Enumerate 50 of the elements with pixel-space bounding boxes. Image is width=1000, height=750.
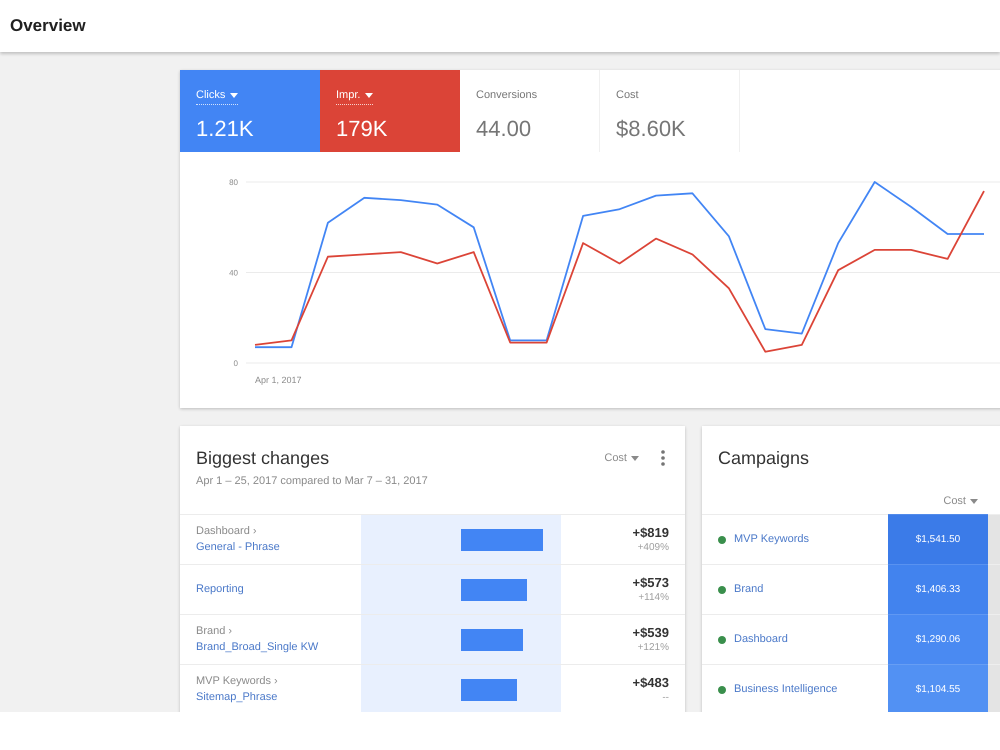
metric-label: Cost — [616, 89, 639, 103]
change-amount: +$819 — [632, 525, 669, 540]
change-percent: +114% — [638, 592, 669, 604]
column-header[interactable]: Cost — [943, 495, 978, 507]
metric-dropdown[interactable]: Impr. — [336, 89, 374, 105]
axis-label: 0 — [234, 359, 238, 368]
caret-icon — [230, 93, 238, 98]
metric-tile[interactable]: Conversions 44.00 — [460, 70, 600, 152]
metric-tile[interactable]: Clicks 1.21K — [180, 70, 320, 152]
change-percent: +409% — [638, 542, 669, 554]
card-title: Biggest changes — [196, 447, 330, 469]
ad-group-link[interactable]: Sitemap_Phrase — [196, 691, 361, 704]
metric-label: Conversions — [476, 89, 538, 103]
ad-group-link[interactable]: Brand_Broad_Single KW — [196, 641, 361, 654]
date-range-text: Apr 1 – 25, 2017 compared to Mar 7 – 31, 2017 — [196, 475, 428, 488]
ad-group-link[interactable]: General - Phrase — [196, 541, 361, 554]
campaign-link[interactable]: Dashboard — [734, 633, 788, 646]
metric-value: $8.60K — [616, 116, 686, 142]
metric-tile[interactable]: Impr. 179K — [320, 70, 460, 152]
metric-dropdown[interactable]: Clicks — [196, 89, 238, 105]
campaign-name: Brand › — [196, 625, 234, 638]
date-label: Apr 1, 2017 — [255, 375, 302, 385]
axis-label: 40 — [229, 268, 238, 278]
campaign-name: MVP Keywords › — [196, 675, 279, 688]
change-percent: +121% — [638, 642, 669, 654]
caret-icon — [970, 498, 978, 504]
cost-cell: $1,290.06 — [888, 614, 988, 664]
cost-cell: $1,406.33 — [888, 564, 988, 614]
axis-label: 80 — [229, 178, 238, 187]
change-amount: +$483 — [632, 675, 669, 690]
change-amount: +$539 — [632, 625, 669, 640]
change-percent: -- — [662, 692, 669, 704]
ad-group-link[interactable]: Reporting — [196, 583, 361, 596]
page-title: Overview — [10, 16, 86, 36]
campaign-link[interactable]: Business Intelligence — [734, 683, 838, 696]
caret-icon — [365, 93, 374, 98]
card-title: Campaigns — [718, 447, 810, 469]
metric-value: 1.21K — [196, 116, 254, 142]
metric-value: 44.00 — [476, 116, 532, 142]
metric-dropdown[interactable]: Cost — [604, 452, 639, 464]
campaign-link[interactable]: MVP Keywords — [734, 533, 809, 546]
campaign-name: Dashboard › — [196, 525, 258, 538]
caret-icon — [631, 456, 639, 460]
change-amount: +$573 — [632, 575, 669, 590]
more-icon[interactable] — [661, 450, 665, 466]
metric-tile[interactable]: Cost $8.60K — [600, 70, 740, 152]
campaign-link[interactable]: Brand — [734, 583, 764, 596]
cost-cell: $1,541.50 — [888, 514, 988, 564]
cost-cell: $1,104.55 — [888, 664, 988, 712]
metric-value: 179K — [336, 116, 388, 142]
